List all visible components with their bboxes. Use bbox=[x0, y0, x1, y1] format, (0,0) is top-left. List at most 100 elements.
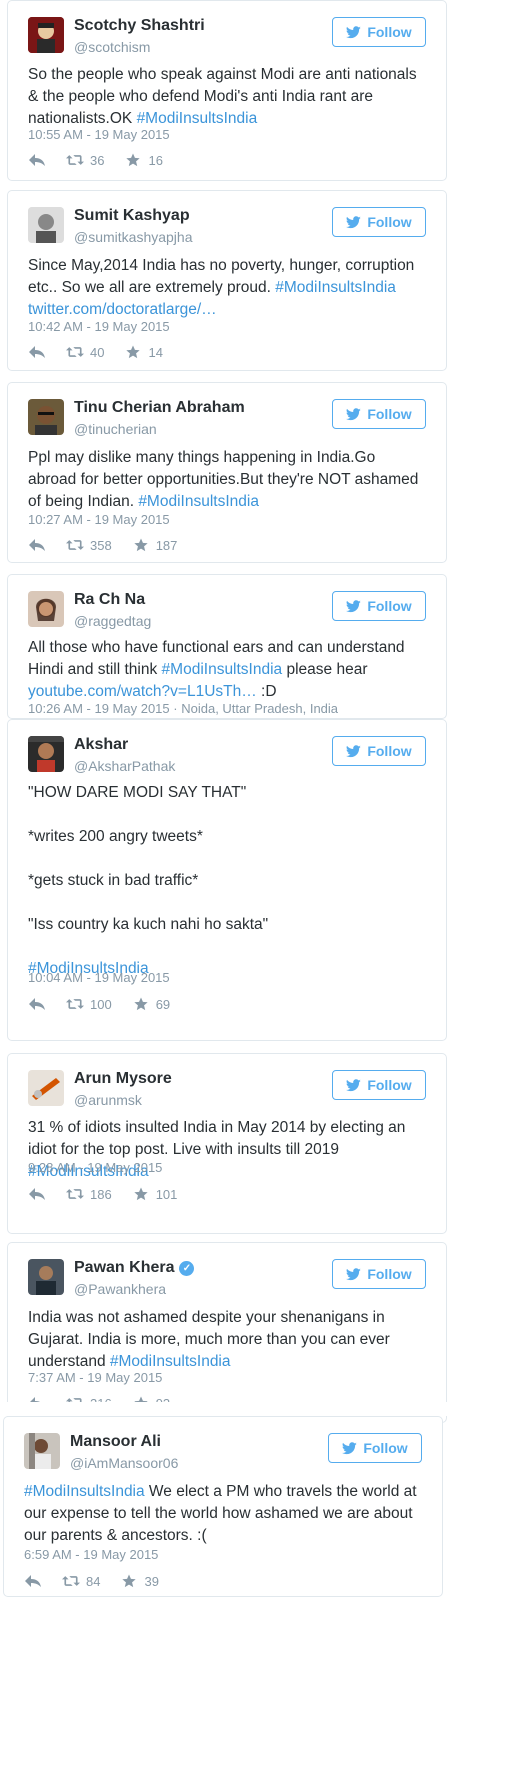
reply-icon bbox=[28, 345, 46, 359]
hashtag-link[interactable]: #ModiInsultsIndia bbox=[110, 1353, 231, 1370]
retweet-count: 84 bbox=[86, 1573, 101, 1589]
tweet-text-body: please hear bbox=[282, 661, 368, 678]
follow-button[interactable]: Follow bbox=[332, 399, 426, 429]
hashtag-link[interactable]: #ModiInsultsIndia bbox=[275, 279, 396, 296]
tweet-text: Since May,2014 India has no poverty, hun… bbox=[28, 255, 426, 321]
twitter-bird-icon bbox=[346, 26, 361, 39]
retweet-button[interactable]: 36 bbox=[66, 153, 104, 168]
retweet-icon bbox=[66, 1187, 84, 1201]
author-handle[interactable]: @tinucherian bbox=[74, 421, 157, 437]
favorite-button[interactable]: 101 bbox=[132, 1187, 177, 1202]
author-handle[interactable]: @AksharPathak bbox=[74, 758, 175, 774]
timestamp[interactable]: 7:37 AM - 19 May 2015 bbox=[28, 1370, 162, 1385]
timestamp[interactable]: 10:27 AM - 19 May 2015 bbox=[28, 512, 170, 527]
follow-button[interactable]: Follow bbox=[332, 1070, 426, 1100]
tweet-actions: 358 187 bbox=[28, 536, 197, 554]
avatar[interactable] bbox=[28, 1259, 64, 1295]
hashtag-link[interactable]: #ModiInsultsIndia bbox=[162, 661, 283, 678]
reply-button[interactable] bbox=[24, 1574, 42, 1588]
reply-button[interactable] bbox=[28, 1187, 46, 1201]
follow-button[interactable]: Follow bbox=[332, 591, 426, 621]
retweet-icon bbox=[66, 538, 84, 552]
retweet-button[interactable]: 358 bbox=[66, 538, 112, 553]
timestamp[interactable]: 9:28 AM - 19 May 2015 bbox=[28, 1160, 162, 1175]
tweet-card: Tinu Cherian Abraham @tinucherian Follow… bbox=[7, 382, 447, 563]
follow-button[interactable]: Follow bbox=[332, 736, 426, 766]
follow-label: Follow bbox=[367, 406, 412, 422]
hashtag-link[interactable]: #ModiInsultsIndia bbox=[24, 1483, 145, 1500]
timestamp[interactable]: 10:55 AM - 19 May 2015 bbox=[28, 127, 170, 142]
retweet-button[interactable]: 186 bbox=[66, 1187, 112, 1202]
favorite-button[interactable]: 14 bbox=[124, 344, 163, 360]
twitter-bird-icon bbox=[346, 745, 361, 758]
timestamp[interactable]: 10:04 AM - 19 May 2015 bbox=[28, 970, 170, 985]
tweet-card: Scotchy Shashtri @scotchism Follow So th… bbox=[7, 0, 447, 181]
author-name[interactable]: Pawan Khera bbox=[74, 1259, 174, 1276]
follow-label: Follow bbox=[367, 1077, 412, 1093]
star-icon bbox=[132, 997, 150, 1011]
avatar[interactable] bbox=[28, 207, 64, 243]
follow-button[interactable]: Follow bbox=[332, 17, 426, 47]
tweet-actions: 186 101 bbox=[28, 1185, 197, 1203]
verified-badge-icon: ✓ bbox=[179, 1261, 195, 1276]
reply-button[interactable] bbox=[28, 997, 46, 1011]
clip-mask bbox=[0, 1402, 521, 1416]
avatar[interactable] bbox=[24, 1433, 60, 1469]
timestamp[interactable]: 6:59 AM - 19 May 2015 bbox=[24, 1547, 158, 1562]
timestamp[interactable]: 10:42 AM - 19 May 2015 bbox=[28, 319, 170, 334]
reply-icon bbox=[28, 538, 46, 552]
author-name[interactable]: Arun Mysore bbox=[74, 1070, 172, 1088]
author-name[interactable]: Mansoor Ali bbox=[70, 1433, 161, 1451]
follow-label: Follow bbox=[367, 24, 412, 40]
follow-button[interactable]: Follow bbox=[332, 1259, 426, 1289]
author-handle[interactable]: @sumitkashyapjha bbox=[74, 229, 193, 245]
reply-button[interactable] bbox=[28, 538, 46, 552]
favorite-count: 14 bbox=[148, 344, 163, 360]
retweet-button[interactable]: 100 bbox=[66, 997, 112, 1012]
avatar[interactable] bbox=[28, 591, 64, 627]
tweet-text-body: 31 % of idiots insulted India in May 201… bbox=[28, 1119, 406, 1158]
tweet-url-link[interactable]: youtube.com/watch?v=L1UsTh… bbox=[28, 683, 257, 700]
follow-button[interactable]: Follow bbox=[332, 207, 426, 237]
retweet-button[interactable]: 40 bbox=[66, 345, 104, 360]
favorite-count: 69 bbox=[155, 996, 171, 1012]
retweet-count: 36 bbox=[90, 152, 105, 168]
tweet-url-link[interactable]: twitter.com/doctoratlarge/… bbox=[28, 301, 217, 318]
hashtag-link[interactable]: #ModiInsultsIndia bbox=[138, 493, 259, 510]
hashtag-link[interactable]: #ModiInsultsIndia bbox=[137, 110, 258, 127]
author-name[interactable]: Sumit Kashyap bbox=[74, 207, 190, 225]
reply-icon bbox=[28, 153, 46, 167]
favorite-count: 39 bbox=[144, 1573, 159, 1589]
avatar[interactable] bbox=[28, 399, 64, 435]
twitter-bird-icon bbox=[346, 216, 361, 229]
author-handle[interactable]: @scotchism bbox=[74, 39, 150, 55]
retweet-button[interactable]: 84 bbox=[62, 1574, 100, 1589]
favorite-button[interactable]: 69 bbox=[132, 997, 170, 1012]
avatar[interactable] bbox=[28, 736, 64, 772]
avatar[interactable] bbox=[28, 17, 64, 53]
favorite-button[interactable]: 187 bbox=[132, 538, 177, 553]
author-name[interactable]: Ra Ch Na bbox=[74, 591, 145, 609]
author-name[interactable]: Scotchy Shashtri bbox=[74, 17, 205, 35]
author-name[interactable]: Tinu Cherian Abraham bbox=[74, 399, 245, 417]
reply-button[interactable] bbox=[28, 345, 46, 359]
favorite-button[interactable]: 16 bbox=[124, 153, 163, 168]
star-icon bbox=[132, 1187, 150, 1201]
retweet-count: 40 bbox=[90, 344, 105, 360]
author-handle[interactable]: @arunmsk bbox=[74, 1092, 142, 1108]
author-name[interactable]: Akshar bbox=[74, 736, 128, 754]
author-handle[interactable]: @raggedtag bbox=[74, 613, 151, 629]
avatar[interactable] bbox=[28, 1070, 64, 1106]
twitter-bird-icon bbox=[346, 408, 361, 421]
reply-button[interactable] bbox=[28, 153, 46, 167]
retweet-count: 100 bbox=[90, 996, 112, 1012]
author-handle[interactable]: @Pawankhera bbox=[74, 1281, 166, 1297]
tweet-actions: 36 16 bbox=[28, 151, 183, 169]
timestamp[interactable]: 10:26 AM - 19 May 2015 bbox=[28, 701, 170, 716]
tweet-location[interactable]: · Noida, Uttar Pradesh, India bbox=[173, 701, 338, 716]
follow-button[interactable]: Follow bbox=[328, 1433, 422, 1463]
author-handle[interactable]: @iAmMansoor06 bbox=[70, 1455, 178, 1471]
tweet-card: Arun Mysore @arunmsk Follow 31 % of idio… bbox=[7, 1053, 447, 1234]
author-name-row: Pawan Khera ✓ bbox=[74, 1259, 195, 1277]
favorite-button[interactable]: 39 bbox=[120, 1573, 159, 1589]
